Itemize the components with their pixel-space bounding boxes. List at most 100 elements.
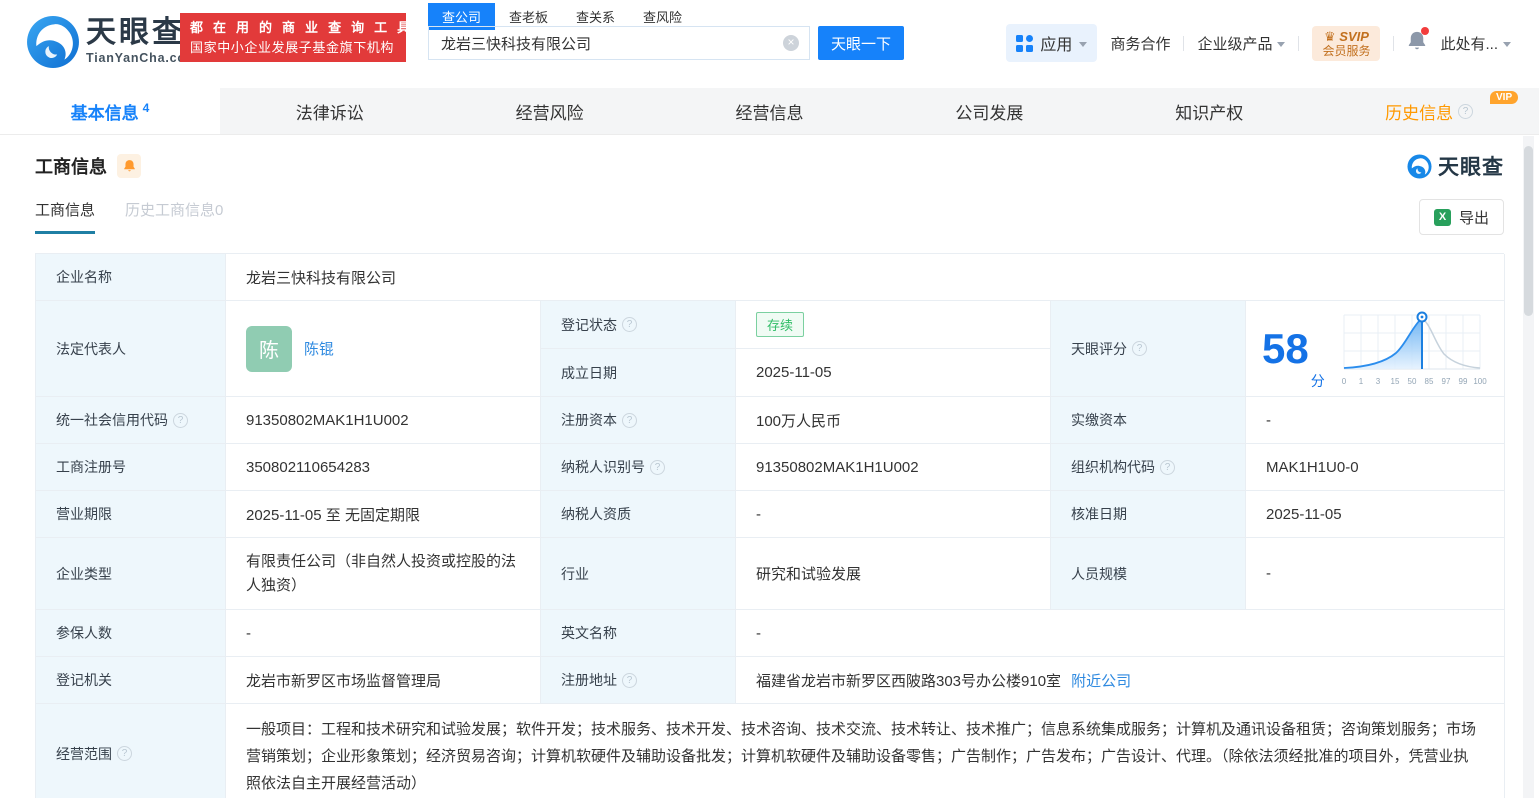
search-box: × xyxy=(428,26,810,60)
divider xyxy=(1183,35,1185,51)
user-menu[interactable]: 此处有... xyxy=(1440,33,1511,54)
nearby-companies-link[interactable]: 附近公司 xyxy=(1071,670,1131,691)
field-value-credit-code: 91350802MAK1H1U002 xyxy=(226,397,541,444)
field-label-approval-date: 核准日期 xyxy=(1051,491,1246,538)
score-unit: 分 xyxy=(1310,373,1325,389)
header-right-nav: 应用 商务合作 企业级产品 ♛ SVIP 会员服务 此处有... xyxy=(1006,24,1511,62)
score-number: 58 xyxy=(1262,324,1309,372)
field-label-taxpayer-id: 纳税人识别号? xyxy=(541,444,736,491)
field-label-reg-number: 工商注册号 xyxy=(36,444,226,491)
top-header: 天眼查 TianYanCha.com 都 在 用 的 商 业 查 询 工 具 国… xyxy=(0,0,1539,88)
help-icon[interactable]: ? xyxy=(622,672,637,688)
field-label-company-name: 企业名称 xyxy=(36,254,226,301)
scrollbar-thumb[interactable] xyxy=(1524,146,1533,316)
help-icon[interactable]: ? xyxy=(622,317,637,332)
field-value-taxpayer-quality: - xyxy=(736,491,1051,538)
field-label-legal-rep: 法定代表人 xyxy=(36,301,226,397)
watermark-brand: 天眼查 xyxy=(1407,151,1504,181)
tab-label: 历史信息 xyxy=(1385,103,1454,123)
field-label-business-term: 营业期限 xyxy=(36,491,226,538)
legal-rep-name-link[interactable]: 陈锟 xyxy=(304,338,334,359)
field-value-reg-authority: 龙岩市新罗区市场监督管理局 xyxy=(226,657,541,704)
field-label-taxpayer-quality: 纳税人资质 xyxy=(541,491,736,538)
field-value-legal-rep: 陈 陈锟 xyxy=(226,301,541,397)
watermark-brand-text: 天眼查 xyxy=(1438,156,1504,179)
tab-intellectual-property[interactable]: 知识产权 xyxy=(1099,88,1319,134)
score-axis-labels: 0 1 3 15 50 85 97 99 100 xyxy=(1341,376,1487,386)
svip-service-label: 会员服务 xyxy=(1322,43,1371,58)
business-coop-link[interactable]: 商务合作 xyxy=(1110,33,1170,54)
help-icon[interactable]: ? xyxy=(117,746,132,761)
scrollbar[interactable] xyxy=(1523,136,1534,798)
promo-line1: 都 在 用 的 商 业 查 询 工 具 xyxy=(190,20,414,35)
tab-legal-proceedings[interactable]: 法律诉讼 xyxy=(220,88,440,134)
score-curve xyxy=(1343,311,1481,369)
tab-basic-info[interactable]: 基本信息 4 xyxy=(0,88,220,134)
help-icon[interactable]: ? xyxy=(173,412,188,428)
field-value-reg-status: 存续 xyxy=(736,301,1051,349)
field-value-taxpayer-id: 91350802MAK1H1U002 xyxy=(736,444,1051,491)
help-icon[interactable]: ? xyxy=(622,412,637,428)
field-label-business-scope: 经营范围? xyxy=(36,704,226,798)
search-clear-icon[interactable]: × xyxy=(783,35,799,51)
promo-line2: 国家中小企业发展子基金旗下机构 xyxy=(190,40,395,55)
export-label: 导出 xyxy=(1458,209,1489,227)
field-label-reg-address: 注册地址? xyxy=(541,657,736,704)
company-nav-tabs: 基本信息 4 法律诉讼 经营风险 经营信息 公司发展 知识产权 VIP 历史信息… xyxy=(0,88,1539,135)
section-header: 工商信息 天眼查 xyxy=(35,151,1504,181)
search-input[interactable] xyxy=(441,34,783,52)
legal-rep-avatar[interactable]: 陈 xyxy=(246,325,292,372)
field-label-reg-authority: 登记机关 xyxy=(36,657,226,704)
excel-icon: X xyxy=(1433,208,1451,226)
subtab-row: 工商信息 历史工商信息0 X 导出 xyxy=(35,199,1504,239)
tab-count: 4 xyxy=(142,101,150,115)
chevron-down-icon xyxy=(1503,41,1511,47)
help-icon[interactable]: ? xyxy=(1132,341,1147,356)
help-icon[interactable]: ? xyxy=(1458,103,1474,119)
tab-history-info[interactable]: VIP 历史信息 ? xyxy=(1319,88,1539,134)
vip-badge: VIP xyxy=(1490,91,1519,104)
tab-operation-risk[interactable]: 经营风险 xyxy=(440,88,660,134)
help-icon[interactable]: ? xyxy=(650,459,665,475)
field-label-company-type: 企业类型 xyxy=(36,538,226,610)
field-value-company-type: 有限责任公司（非自然人投资或控股的法人独资） xyxy=(226,538,541,610)
field-label-paid-capital: 实缴资本 xyxy=(1051,397,1246,444)
field-label-industry: 行业 xyxy=(541,538,736,610)
field-label-insured-count: 参保人数 xyxy=(36,610,226,657)
chevron-down-icon xyxy=(1277,41,1286,47)
field-value-approval-date: 2025-11-05 xyxy=(1246,491,1505,538)
field-value-insured-count: - xyxy=(226,610,541,657)
search-button[interactable]: 天眼一下 xyxy=(818,26,904,60)
field-label-staff-size: 人员规模 xyxy=(1051,538,1246,610)
field-value-reg-number: 350802110654283 xyxy=(226,444,541,491)
field-value-industry: 研究和试验发展 xyxy=(736,538,1051,610)
tianyancha-logo-icon[interactable] xyxy=(26,15,80,69)
field-label-org-code: 组织机构代码? xyxy=(1051,444,1246,491)
subtab-business-info[interactable]: 工商信息 xyxy=(35,199,96,234)
field-value-company-name: 龙岩三快科技有限公司 xyxy=(226,254,1505,301)
apps-label: 应用 xyxy=(1040,37,1073,54)
chevron-down-icon xyxy=(1079,41,1088,47)
business-info-table: 企业名称 龙岩三快科技有限公司 法定代表人 陈 陈锟 登记状态? 存续 天眼评分… xyxy=(35,253,1505,798)
apps-button[interactable]: 应用 xyxy=(1006,24,1098,62)
tab-company-development[interactable]: 公司发展 xyxy=(879,88,1099,134)
tab-label: 基本信息 xyxy=(70,103,139,123)
tab-operation-info[interactable]: 经营信息 xyxy=(660,88,880,134)
field-label-english-name: 英文名称 xyxy=(541,610,736,657)
field-value-business-scope: 一般项目：工程和技术研究和试验发展；软件开发；技术服务、技术开发、技术咨询、技术… xyxy=(226,704,1505,798)
enterprise-products-link[interactable]: 企业级产品 xyxy=(1197,33,1286,54)
field-value-paid-capital: - xyxy=(1246,397,1505,444)
main-content: 工商信息 天眼查 工商信息 历史工商信息0 X 导出 企业名称 龙岩三快科技有限… xyxy=(0,136,1539,798)
subtab-history-business-info[interactable]: 历史工商信息0 xyxy=(125,199,223,231)
notification-dot xyxy=(1421,26,1430,35)
score-distribution-chart: 0 1 3 15 50 85 97 99 100 xyxy=(1336,309,1488,389)
notification-bell-icon[interactable] xyxy=(1407,26,1430,57)
section-title: 工商信息 xyxy=(35,157,107,177)
subscribe-bell-icon[interactable] xyxy=(117,154,141,178)
export-button[interactable]: X 导出 xyxy=(1418,199,1504,235)
help-icon[interactable]: ? xyxy=(1160,459,1175,475)
tianyancha-logo-icon xyxy=(1407,153,1432,179)
field-value-establish-date: 2025-11-05 xyxy=(736,349,1051,397)
svip-membership-button[interactable]: ♛ SVIP 会员服务 xyxy=(1312,25,1381,61)
field-label-reg-capital: 注册资本? xyxy=(541,397,736,444)
